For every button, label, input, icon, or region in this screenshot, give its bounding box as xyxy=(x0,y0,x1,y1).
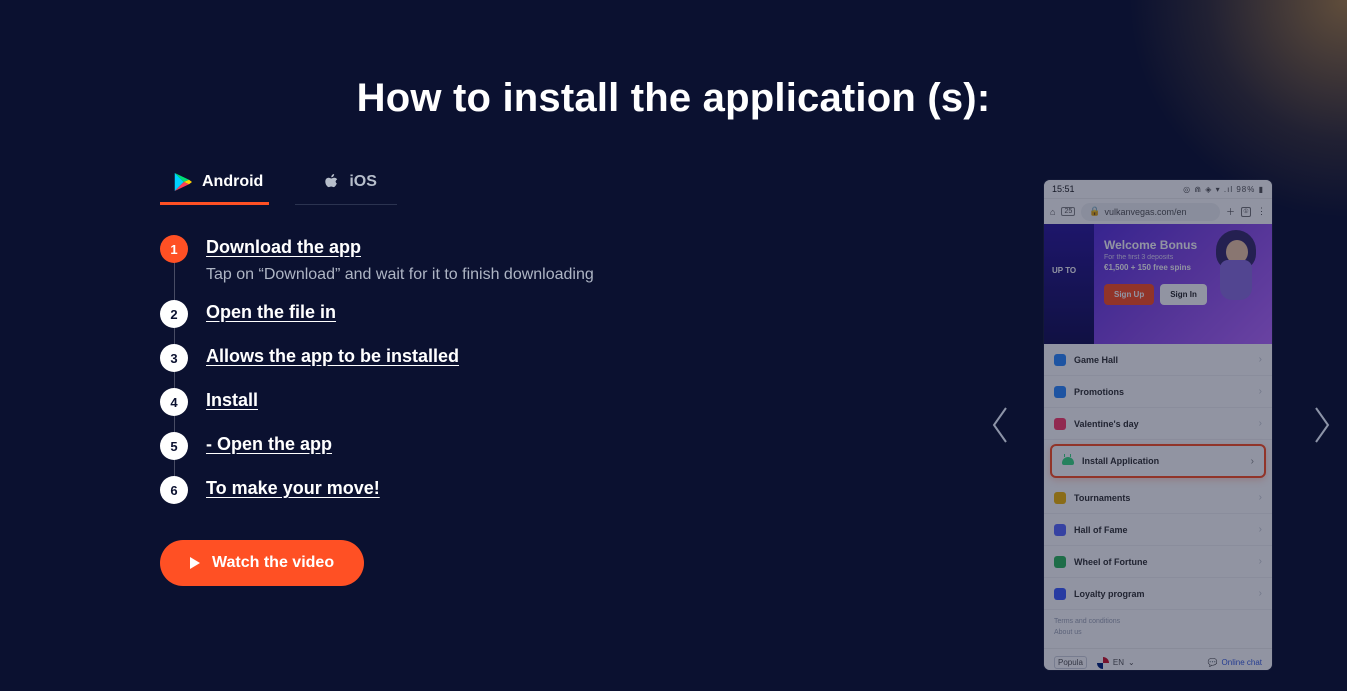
menu-row-icon xyxy=(1054,588,1066,600)
url-text: vulkanvegas.com/en xyxy=(1104,207,1186,217)
install-steps-list: 1 Download the app Tap on “Download” and… xyxy=(160,235,800,504)
menu-row: Hall of Fame › xyxy=(1044,514,1272,546)
language-selector: EN ⌄ xyxy=(1097,657,1135,669)
page-title: How to install the application (s): xyxy=(0,0,1347,121)
home-icon: ⌂ xyxy=(1050,207,1055,217)
watch-video-button[interactable]: Watch the video xyxy=(160,540,364,586)
tab-underline-ios xyxy=(295,204,397,205)
lock-icon: 🔒 xyxy=(1089,206,1100,217)
play-store-icon xyxy=(174,172,192,192)
chevron-down-icon: ⌄ xyxy=(1128,658,1135,667)
menu-row: Valentine's day › xyxy=(1044,408,1272,440)
chevron-right-icon: › xyxy=(1259,418,1262,429)
step-sub: Tap on “Download” and wait for it to fin… xyxy=(206,266,594,284)
menu-row-icon xyxy=(1054,418,1066,430)
hero-signup-button: Sign Up xyxy=(1104,284,1154,305)
new-tab-icon: ＋ xyxy=(1226,205,1235,218)
step-number: 4 xyxy=(160,388,188,416)
menu-row-icon xyxy=(1054,524,1066,536)
hero-leftcol-text: UP TO xyxy=(1052,266,1076,275)
tabs-count-icon: ① xyxy=(1241,207,1251,217)
hero-character xyxy=(1210,230,1266,306)
menu-row-icon xyxy=(1054,354,1066,366)
flag-icon xyxy=(1097,657,1109,669)
step-number: 3 xyxy=(160,344,188,372)
tab-android-label: Android xyxy=(202,173,263,191)
tab-ios[interactable]: iOS xyxy=(309,165,383,199)
android-icon xyxy=(1062,457,1074,465)
menu-row-label: Valentine's day xyxy=(1074,419,1139,429)
step-number: 2 xyxy=(160,300,188,328)
chevron-right-icon: › xyxy=(1259,386,1262,397)
step-2[interactable]: 2 Open the file in xyxy=(160,300,800,328)
menu-row-label: Game Hall xyxy=(1074,355,1118,365)
kebab-icon: ⋮ xyxy=(1257,206,1266,217)
menu-row: Promotions › xyxy=(1044,376,1272,408)
url-field: 🔒 vulkanvegas.com/en xyxy=(1081,203,1220,221)
menu-row-label: Install Application xyxy=(1082,456,1159,466)
phone-bottom-bar: Popula EN ⌄ 💬 Online chat xyxy=(1044,648,1272,670)
step-number: 5 xyxy=(160,432,188,460)
menu-row-icon xyxy=(1054,386,1066,398)
step-label: Download the app xyxy=(206,237,594,258)
step-label: Install xyxy=(206,390,258,411)
phone-footer: Terms and conditions About us xyxy=(1044,610,1272,648)
language-code: EN xyxy=(1113,658,1124,667)
status-time: 15:51 xyxy=(1052,184,1075,194)
chevron-right-icon: › xyxy=(1259,354,1262,365)
footer-terms: Terms and conditions xyxy=(1054,618,1262,625)
step-number: 6 xyxy=(160,476,188,504)
carousel-prev-button[interactable] xyxy=(990,406,1010,444)
phone-hero-banner: UP TO Welcome Bonus For the first 3 depo… xyxy=(1044,224,1272,344)
step-3[interactable]: 3 Allows the app to be installed xyxy=(160,344,800,372)
step-label: Open the file in xyxy=(206,302,336,323)
carousel-next-button[interactable] xyxy=(1312,406,1332,444)
chevron-right-icon: › xyxy=(1259,492,1262,503)
hero-leftcol: UP TO xyxy=(1044,224,1094,344)
step-1[interactable]: 1 Download the app Tap on “Download” and… xyxy=(160,235,800,284)
chevron-right-icon: › xyxy=(1259,524,1262,535)
menu-row-label: Hall of Fame xyxy=(1074,525,1128,535)
phone-mockup: 15:51 ◎ ⋒ ◈ ▾ .ıl 98% ▮ ⌂ 25 🔒 vulkanveg… xyxy=(1044,180,1272,670)
chat-icon: 💬 xyxy=(1208,658,1218,667)
step-4[interactable]: 4 Install xyxy=(160,388,800,416)
menu-row-label: Wheel of Fortune xyxy=(1074,557,1148,567)
step-label: - Open the app xyxy=(206,434,332,455)
tab-android[interactable]: Android xyxy=(160,165,269,199)
step-5[interactable]: 5 - Open the app xyxy=(160,432,800,460)
tab-ios-label: iOS xyxy=(349,173,377,191)
bottom-left-label: Popula xyxy=(1054,656,1087,669)
menu-row: Game Hall › xyxy=(1044,344,1272,376)
addr-badge: 25 xyxy=(1061,207,1075,216)
platform-tabs: Android iOS xyxy=(160,165,800,199)
menu-install-app: Install Application › xyxy=(1050,444,1266,478)
phone-status-bar: 15:51 ◎ ⋒ ◈ ▾ .ıl 98% ▮ xyxy=(1044,180,1272,198)
menu-row: Wheel of Fortune › xyxy=(1044,546,1272,578)
menu-row-label: Promotions xyxy=(1074,387,1124,397)
tab-underline-active xyxy=(160,202,269,205)
phone-menu: Game Hall›Promotions›Valentine's day›Ins… xyxy=(1044,344,1272,610)
menu-row-icon xyxy=(1054,556,1066,568)
play-icon xyxy=(190,557,200,569)
chevron-right-icon: › xyxy=(1259,588,1262,599)
step-number: 1 xyxy=(160,235,188,263)
step-6[interactable]: 6 To make your move! xyxy=(160,476,800,504)
apple-icon xyxy=(323,173,339,191)
phone-browser-bar: ⌂ 25 🔒 vulkanvegas.com/en ＋ ① ⋮ xyxy=(1044,198,1272,224)
hero-signin-button: Sign In xyxy=(1160,284,1207,305)
footer-about: About us xyxy=(1054,629,1262,636)
menu-row: Loyalty program › xyxy=(1044,578,1272,610)
chevron-right-icon: › xyxy=(1251,456,1254,467)
menu-row-label: Loyalty program xyxy=(1074,589,1145,599)
menu-row-label: Tournaments xyxy=(1074,493,1130,503)
status-icons: ◎ ⋒ ◈ ▾ .ıl 98% ▮ xyxy=(1183,185,1264,194)
menu-row-icon xyxy=(1054,492,1066,504)
step-label: Allows the app to be installed xyxy=(206,346,459,367)
menu-row: Tournaments › xyxy=(1044,482,1272,514)
chevron-right-icon: › xyxy=(1259,556,1262,567)
chat-label: Online chat xyxy=(1222,658,1262,667)
online-chat: 💬 Online chat xyxy=(1208,658,1262,667)
step-label: To make your move! xyxy=(206,478,380,499)
watch-video-label: Watch the video xyxy=(212,554,334,572)
